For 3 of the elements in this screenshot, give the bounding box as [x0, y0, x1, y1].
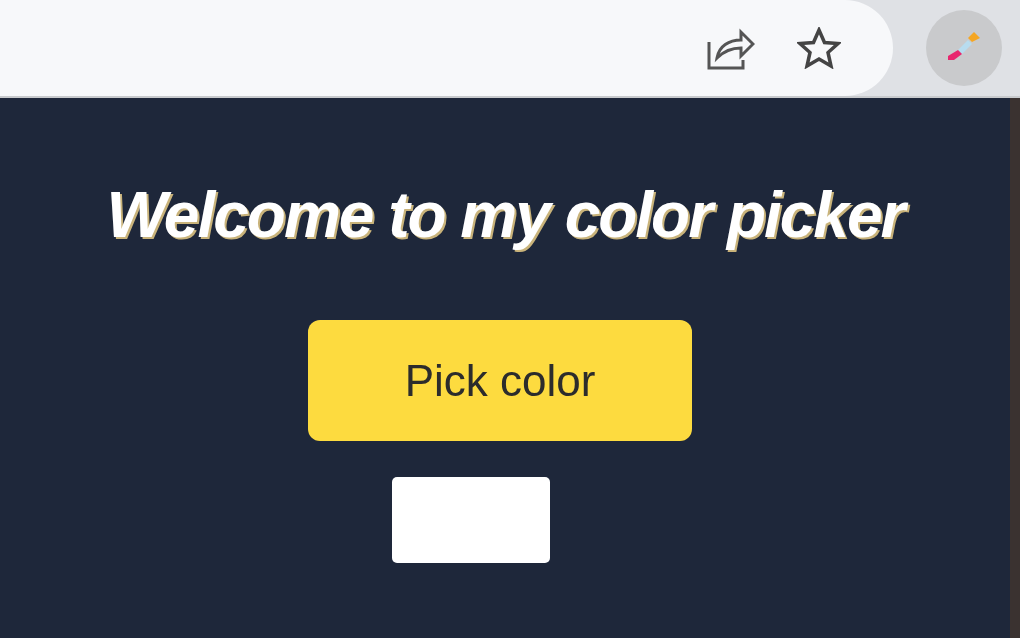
share-icon[interactable]: [707, 26, 755, 70]
pick-color-button[interactable]: Pick color: [308, 320, 692, 441]
star-icon[interactable]: [797, 27, 841, 69]
